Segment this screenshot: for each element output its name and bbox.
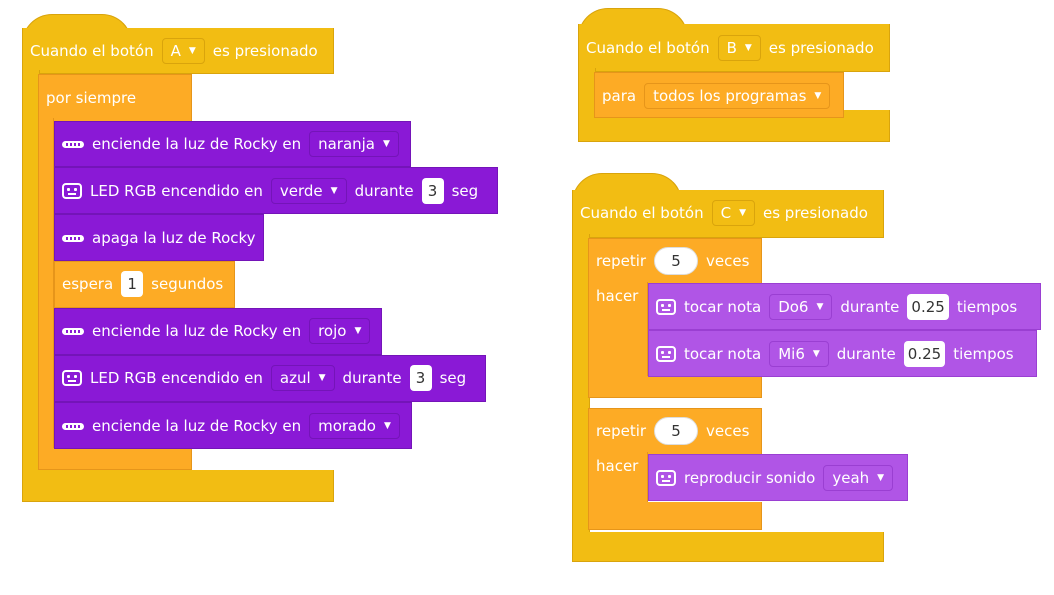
caret-down-icon: ▼ (814, 91, 822, 101)
led-strip-icon (62, 422, 84, 430)
play-note-row: tocar nota Do6 ▼ durante 0.25 tiempos (656, 291, 1025, 323)
color-dropdown[interactable]: azul ▼ (270, 365, 335, 391)
led-strip-icon (62, 140, 84, 148)
caret-down-icon: ▼ (383, 139, 390, 149)
block-text: apaga la luz de Rocky (92, 229, 256, 247)
caret-down-icon: ▼ (318, 373, 326, 383)
sound-dropdown[interactable]: yeah ▼ (823, 465, 894, 491)
color-dropdown[interactable]: verde ▼ (270, 178, 347, 204)
beats-input[interactable]: 0.25 (907, 294, 949, 320)
light-on-row: enciende la luz de Rocky en naranja ▼ (62, 128, 407, 160)
speaker-board-icon (656, 346, 676, 362)
unit-label: seg (439, 369, 467, 387)
duration-input[interactable]: 3 (409, 365, 432, 391)
rgb-led-row: LED RGB encendido en verde ▼ durante 3 se… (62, 175, 486, 207)
beats-input[interactable]: 0.25 (903, 341, 946, 367)
block-text: enciende la luz de Rocky en (92, 135, 302, 153)
light-on-row: enciende la luz de Rocky en morado ▼ (62, 410, 408, 442)
caret-down-icon: ▼ (816, 302, 824, 312)
block-text: LED RGB encendido en (90, 369, 263, 387)
script-a-hat-row: Cuando el botón A ▼ es presionado (30, 35, 326, 67)
caret-down-icon: ▼ (812, 349, 820, 359)
hat-suffix: es presionado (762, 204, 868, 222)
repeat-count-input[interactable]: 5 (654, 247, 699, 275)
hacer-row: hacer (596, 450, 646, 482)
hat-label: Cuando el botón (586, 39, 710, 57)
rgb-led-icon (62, 370, 82, 386)
stop-all-row: para todos los programas ▼ (602, 80, 838, 112)
hacer-label: hacer (596, 457, 639, 475)
led-strip-icon (62, 234, 84, 242)
color-dropdown[interactable]: rojo ▼ (309, 318, 371, 344)
block-text: reproducir sonido (684, 469, 816, 487)
duration-label: durante (342, 369, 402, 387)
note-dropdown[interactable]: Mi6 ▼ (769, 341, 829, 367)
repeat-block-bottom (588, 502, 762, 530)
note-dropdown[interactable]: Do6 ▼ (769, 294, 833, 320)
hacer-label: hacer (596, 287, 639, 305)
play-sound-row: reproducir sonido yeah ▼ (656, 462, 901, 494)
button-select-dropdown[interactable]: A ▼ (161, 38, 205, 64)
rgb-led-icon (62, 183, 82, 199)
forever-label: por siempre (46, 89, 137, 107)
hat-suffix: es presionado (212, 42, 318, 60)
forever-row: por siempre (46, 82, 144, 114)
forever-left-arm (38, 118, 54, 458)
rgb-led-row: LED RGB encendido en azul ▼ durante 3 seg (62, 362, 474, 394)
duration-label: durante (354, 182, 414, 200)
wait-label: espera (62, 275, 114, 293)
forever-bottom (38, 448, 192, 470)
unit-label: tiempos (956, 298, 1018, 316)
hacer-row: hacer (596, 280, 646, 312)
repeat-unit: veces (706, 422, 750, 440)
color-dropdown[interactable]: morado ▼ (309, 413, 400, 439)
repeat-count-input[interactable]: 5 (654, 417, 699, 445)
script-c-hat-row: Cuando el botón C ▼ es presionado (580, 197, 876, 229)
repeat-label: repetir (596, 422, 647, 440)
caret-down-icon: ▼ (744, 43, 752, 53)
repeat-row: repetir 5 veces (596, 415, 757, 447)
speaker-board-icon (656, 470, 676, 486)
button-select-dropdown[interactable]: B ▼ (717, 35, 761, 61)
script-a-footer[interactable] (22, 470, 334, 502)
block-text: tocar nota (684, 345, 762, 363)
play-note-row: tocar nota Mi6 ▼ durante 0.25 tiempos (656, 338, 1022, 370)
block-text: enciende la luz de Rocky en (92, 417, 302, 435)
hat-label: Cuando el botón (580, 204, 704, 222)
led-strip-icon (62, 327, 84, 335)
para-label: para (602, 87, 637, 105)
script-c-footer[interactable] (572, 532, 884, 562)
caret-down-icon: ▼ (354, 326, 362, 336)
button-select-dropdown[interactable]: C ▼ (711, 200, 755, 226)
unit-label: seg (451, 182, 479, 200)
caret-down-icon: ▼ (383, 421, 391, 431)
stop-option-dropdown[interactable]: todos los programas ▼ (644, 83, 831, 109)
light-on-row: enciende la luz de Rocky en rojo ▼ (62, 315, 378, 347)
repeat-row: repetir 5 veces (596, 245, 757, 277)
hat-suffix: es presionado (768, 39, 874, 57)
duration-input[interactable]: 3 (421, 178, 444, 204)
speaker-board-icon (656, 299, 676, 315)
wait-input[interactable]: 1 (121, 271, 144, 297)
wait-unit: segundos (151, 275, 224, 293)
repeat-unit: veces (706, 252, 750, 270)
script-b-hat-row: Cuando el botón B ▼ es presionado (586, 32, 882, 64)
caret-down-icon: ▼ (330, 186, 338, 196)
caret-down-icon: ▼ (877, 473, 885, 483)
repeat-block-bottom (588, 376, 762, 398)
color-dropdown[interactable]: naranja ▼ (309, 131, 399, 157)
duration-label: durante (840, 298, 900, 316)
caret-down-icon: ▼ (739, 208, 746, 218)
duration-label: durante (836, 345, 896, 363)
unit-label: tiempos (953, 345, 1014, 363)
block-text: enciende la luz de Rocky en (92, 322, 302, 340)
block-text: tocar nota (684, 298, 762, 316)
block-text: LED RGB encendido en (90, 182, 263, 200)
caret-down-icon: ▼ (188, 46, 196, 56)
wait-row: espera 1 segundos (62, 268, 231, 300)
hat-label: Cuando el botón (30, 42, 154, 60)
light-off-row: apaga la luz de Rocky (62, 222, 264, 254)
repeat-label: repetir (596, 252, 647, 270)
